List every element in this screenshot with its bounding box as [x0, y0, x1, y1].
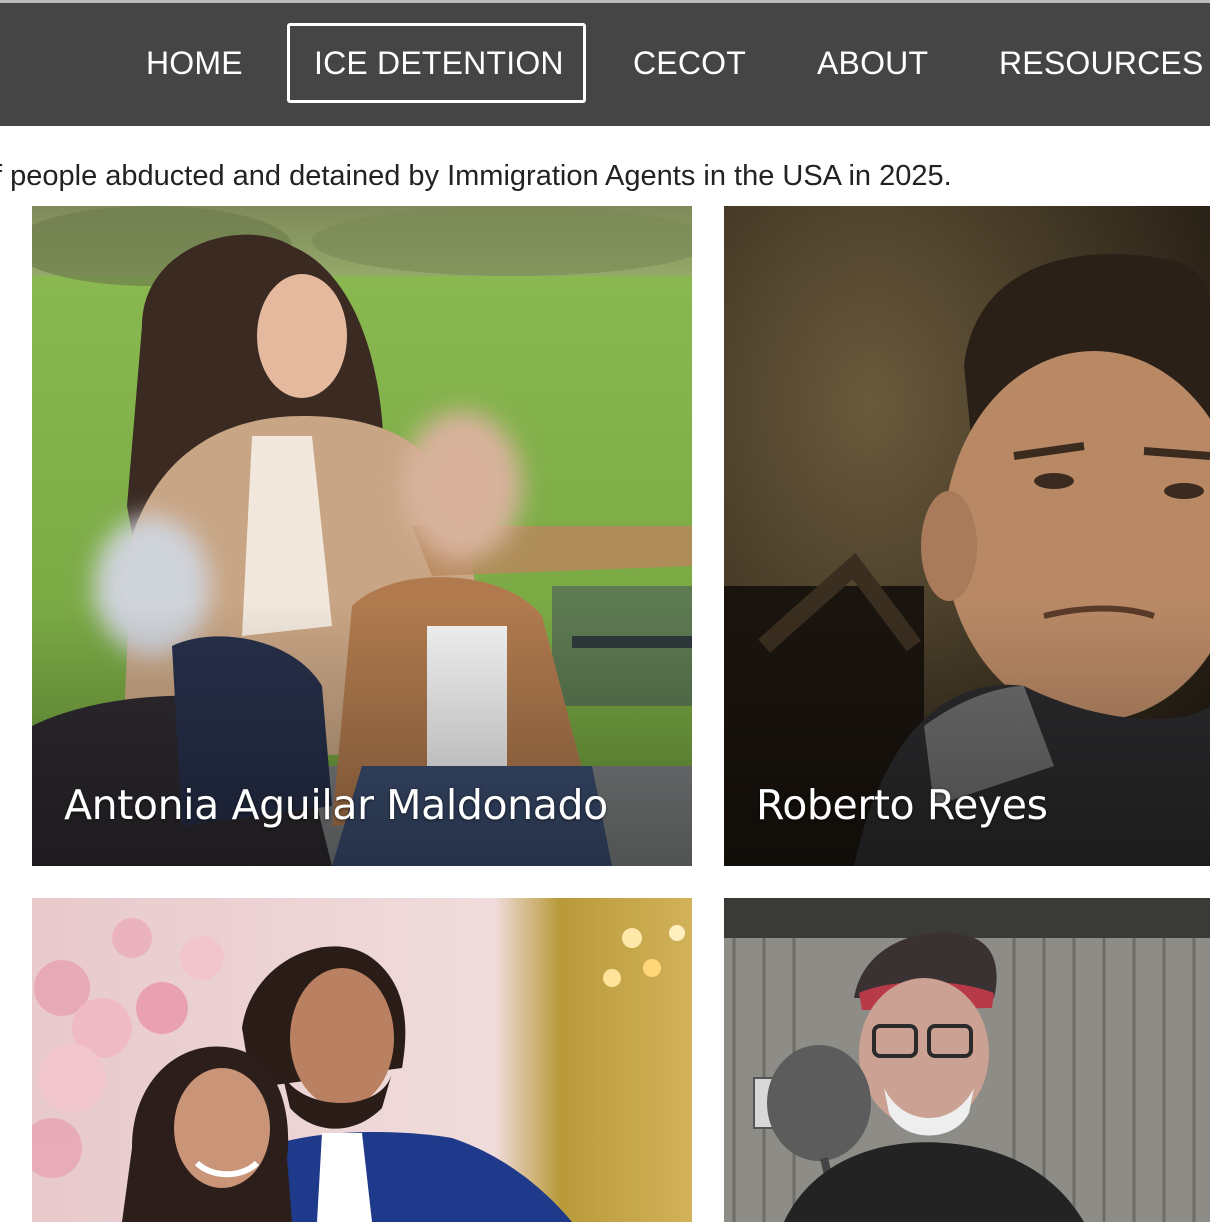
person-name: Antonia Aguilar Maldonado: [64, 781, 608, 829]
person-name: Roberto Reyes: [756, 781, 1048, 829]
person-photo: [32, 206, 692, 866]
person-card-3[interactable]: [32, 898, 692, 1222]
person-card-4[interactable]: [724, 898, 1210, 1222]
person-photo: [724, 898, 1210, 1222]
main-nav: HOME ICE DETENTION CECOT ABOUT RESOURCES: [0, 3, 1210, 126]
nav-cecot[interactable]: CECOT: [633, 23, 746, 103]
nav-ice-detention[interactable]: ICE DETENTION: [287, 23, 586, 103]
person-photo: [32, 898, 692, 1222]
nav-home[interactable]: HOME: [146, 23, 243, 103]
person-card-antonia[interactable]: Antonia Aguilar Maldonado: [32, 206, 692, 866]
intro-text: f people abducted and detained by Immigr…: [0, 160, 952, 192]
person-photo: [724, 206, 1210, 866]
person-card-roberto[interactable]: Roberto Reyes: [724, 206, 1210, 866]
page: HOME ICE DETENTION CECOT ABOUT RESOURCES…: [0, 0, 1210, 1222]
nav-resources[interactable]: RESOURCES: [999, 23, 1204, 103]
nav-about[interactable]: ABOUT: [817, 23, 928, 103]
